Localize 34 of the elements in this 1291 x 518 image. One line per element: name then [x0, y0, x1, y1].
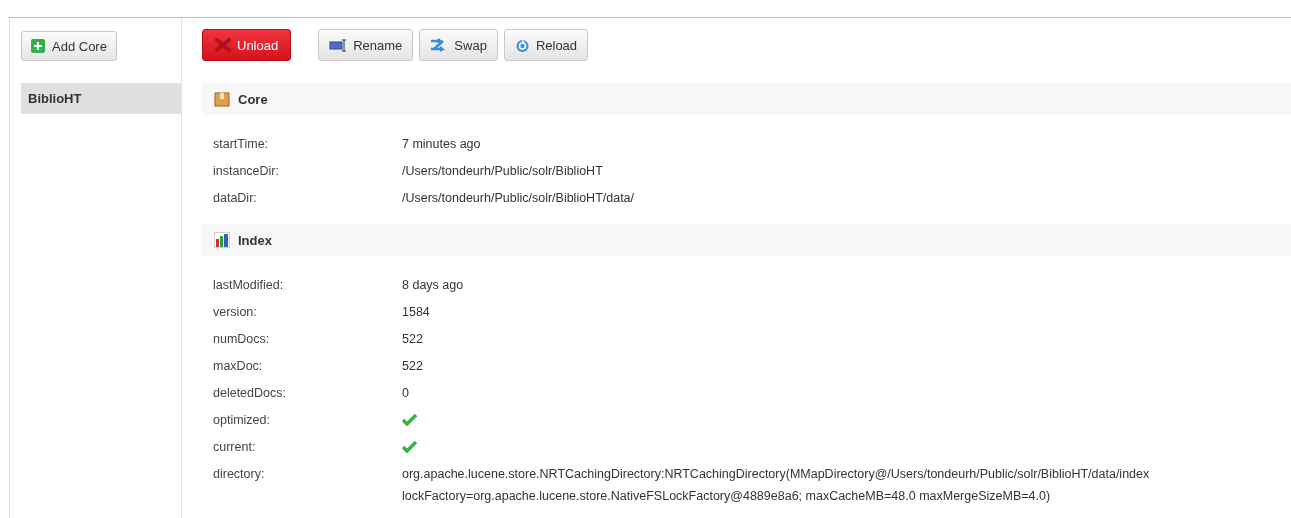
swap-button[interactable]: Swap — [419, 29, 498, 61]
plus-icon — [31, 39, 45, 53]
property-value: org.apache.lucene.store.NRTCachingDirectory:NRTCachingDirectory(MMapDirectory@/Users/tondeurh/Public/solr/BiblioHT/data/index lockFactory=org.apache.lucene.store.NativeFSLockFactory@4889e8a6; maxCacheMB=48.0 maxMergeSizeMB=4.0) — [402, 466, 1151, 505]
property-label: directory: — [213, 466, 266, 483]
property-value: 1584 — [402, 304, 431, 321]
property-label: deletedDocs: — [213, 385, 287, 402]
property-label: instanceDir: — [213, 163, 280, 180]
section-title: Core — [238, 91, 268, 107]
property-label: version: — [213, 304, 258, 321]
core-list-item[interactable]: BiblioHT — [21, 83, 181, 114]
section-title: Index — [238, 232, 272, 248]
reload-button[interactable]: Reload — [503, 29, 589, 61]
property-label: dataDir: — [213, 190, 258, 207]
text-field-icon — [329, 38, 348, 52]
add-core-button[interactable]: Add Core — [21, 31, 117, 61]
property-value: 8 days ago — [402, 277, 465, 294]
property-value: 522 — [402, 358, 424, 375]
reload-icon — [514, 37, 530, 53]
property-label: current: — [213, 439, 257, 456]
rename-button[interactable]: Rename — [318, 29, 414, 61]
property-label: optimized: — [213, 412, 271, 429]
property-value: 7 minutes ago — [402, 136, 482, 153]
box-icon — [214, 91, 230, 107]
property-value: /Users/tondeurh/Public/solr/BiblioHT — [402, 163, 604, 180]
property-label: lastModified: — [213, 277, 285, 294]
property-label: numDocs: — [213, 331, 271, 348]
property-value: 522 — [402, 331, 424, 348]
property-value: 0 — [402, 385, 410, 402]
property-value: /Users/tondeurh/Public/solr/BiblioHT/data/ — [402, 190, 636, 207]
bar-chart-icon — [214, 232, 230, 248]
property-label: startTime: — [213, 136, 270, 153]
unload-button[interactable]: Unload — [202, 29, 292, 61]
cross-icon — [215, 38, 231, 52]
property-label: maxDoc: — [213, 358, 264, 375]
